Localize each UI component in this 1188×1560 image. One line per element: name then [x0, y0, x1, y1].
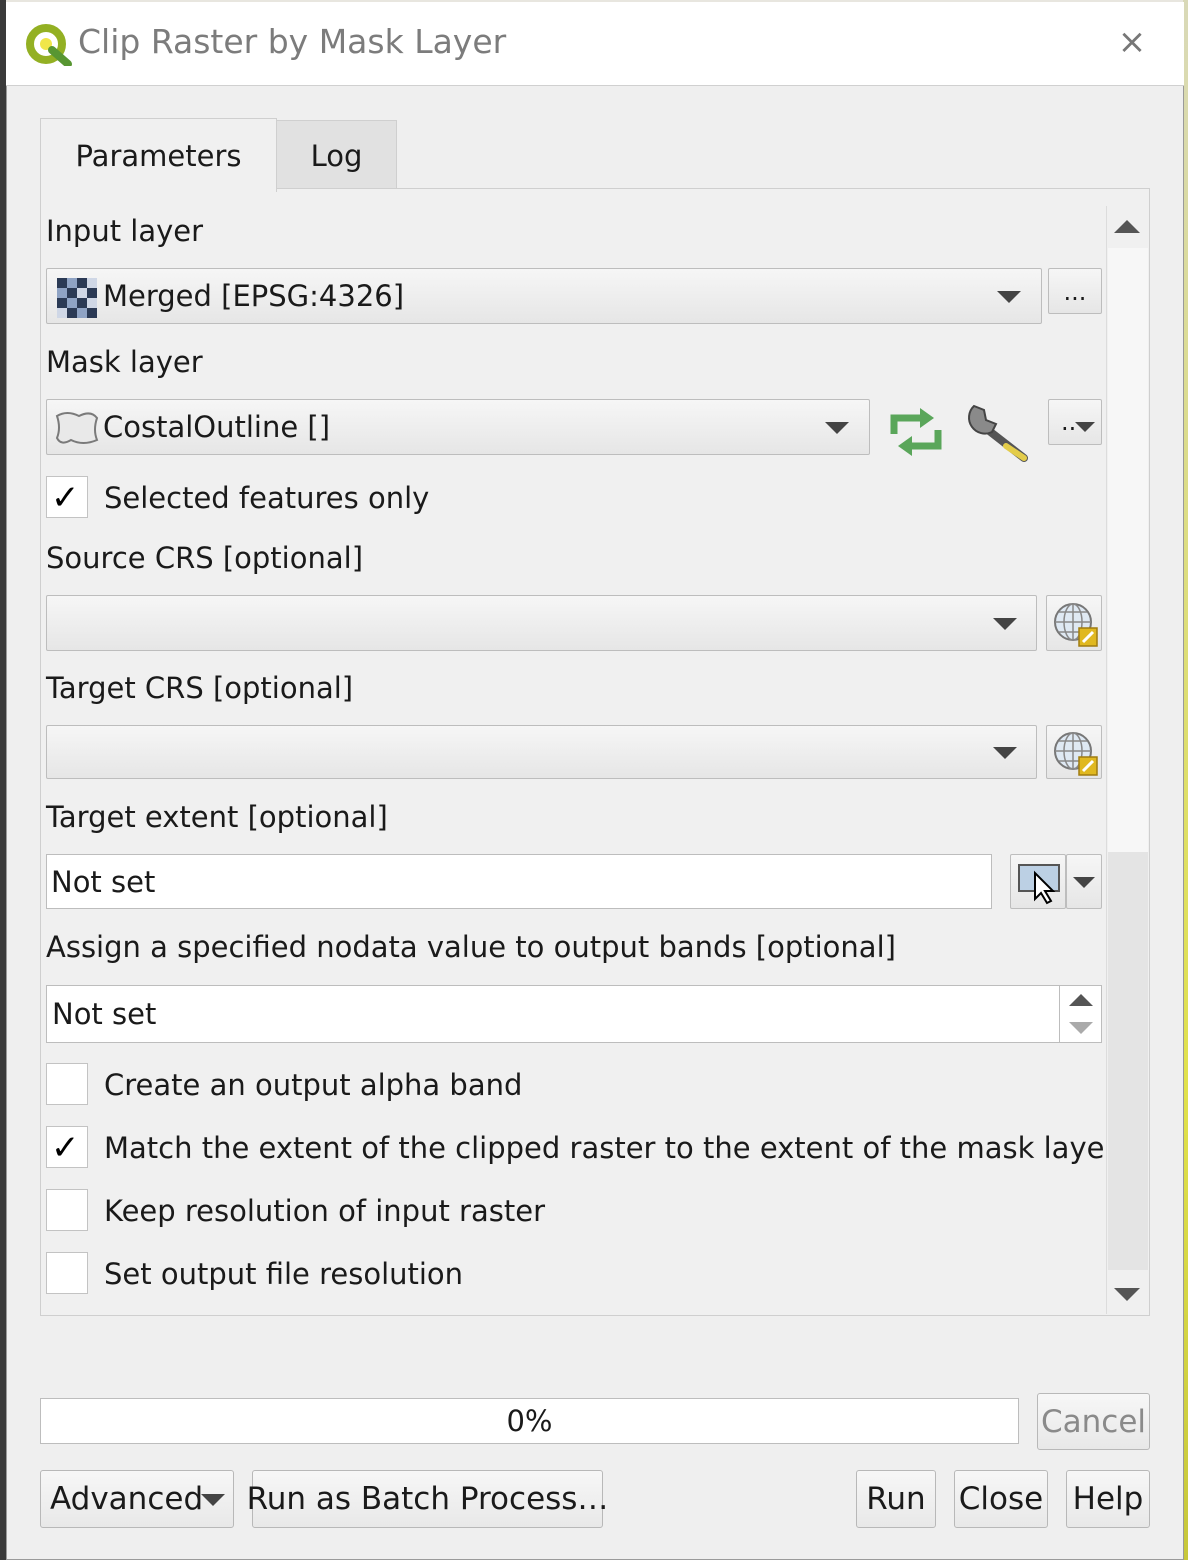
set-resolution-checkbox[interactable]	[46, 1252, 88, 1294]
chevron-down-icon	[993, 618, 1017, 630]
window-title: Clip Raster by Mask Layer	[78, 22, 507, 61]
source-crs-combo[interactable]	[46, 595, 1037, 651]
advanced-button[interactable]: Advanced	[40, 1470, 234, 1528]
run-button[interactable]: Run	[856, 1470, 936, 1528]
target-extent-field[interactable]: Not set	[46, 854, 992, 909]
scrollbar-thumb[interactable]	[1108, 248, 1148, 852]
mask-layer-value: CostalOutline []	[103, 410, 331, 444]
keep-resolution-checkbox[interactable]	[46, 1189, 88, 1231]
target-extent-label: Target extent [optional]	[46, 800, 388, 834]
mask-layer-browse-label: ..	[1061, 408, 1077, 436]
set-resolution-label: Set output file resolution	[104, 1257, 464, 1291]
source-crs-select-button[interactable]	[1046, 595, 1102, 651]
scroll-down-icon[interactable]	[1114, 1288, 1140, 1301]
target-crs-label: Target CRS [optional]	[46, 671, 354, 705]
help-button[interactable]: Help	[1066, 1470, 1150, 1528]
close-window-icon[interactable]: ×	[1112, 22, 1152, 62]
mask-layer-browse-button[interactable]: ..	[1048, 399, 1102, 445]
extent-options-dropdown[interactable]	[1066, 854, 1102, 909]
input-layer-value: Merged [EPSG:4326]	[103, 279, 405, 313]
match-extent-checkbox[interactable]: ✓	[46, 1126, 88, 1168]
keep-resolution-label: Keep resolution of input raster	[104, 1194, 545, 1228]
run-batch-button[interactable]: Run as Batch Process…	[247, 1470, 608, 1528]
chevron-down-icon	[201, 1494, 225, 1506]
checkmark-icon: ✓	[51, 478, 80, 518]
source-crs-label: Source CRS [optional]	[46, 541, 364, 575]
mask-layer-label: Mask layer	[46, 345, 203, 379]
nodata-value: Not set	[52, 997, 157, 1031]
chevron-down-icon	[825, 422, 849, 434]
polygon-layer-icon	[55, 412, 99, 444]
input-layer-combo[interactable]: Merged [EPSG:4326]	[46, 268, 1042, 324]
wrench-icon[interactable]	[966, 400, 1038, 466]
iterate-icon[interactable]	[884, 404, 948, 460]
chevron-down-icon	[997, 291, 1021, 303]
nodata-label: Assign a specified nodata value to outpu…	[46, 930, 896, 964]
progress-bar: 0%	[40, 1398, 1019, 1444]
scroll-up-icon[interactable]	[1114, 220, 1140, 233]
nodata-spinner[interactable]	[1059, 985, 1102, 1043]
crs-select-icon	[1054, 732, 1098, 776]
spin-down-icon[interactable]	[1069, 1022, 1093, 1034]
alpha-band-label: Create an output alpha band	[104, 1068, 523, 1102]
target-crs-combo[interactable]	[46, 725, 1037, 779]
tab-parameters[interactable]: Parameters	[40, 118, 277, 192]
close-button[interactable]: Close	[954, 1470, 1048, 1528]
advanced-label: Advanced	[50, 1481, 204, 1517]
alpha-band-checkbox[interactable]	[46, 1063, 88, 1105]
chevron-down-icon	[1075, 422, 1095, 432]
cancel-button[interactable]: Cancel	[1037, 1393, 1150, 1450]
extent-from-canvas-button[interactable]	[1010, 854, 1066, 909]
chevron-down-icon	[1073, 877, 1095, 888]
raster-layer-icon	[57, 278, 97, 318]
checkmark-icon: ✓	[51, 1128, 80, 1168]
target-extent-value: Not set	[51, 864, 156, 899]
tab-log[interactable]: Log	[276, 120, 397, 190]
crs-select-icon	[1054, 603, 1098, 647]
input-layer-browse-button[interactable]: ...	[1048, 268, 1102, 314]
scrollbar-track-lower[interactable]	[1108, 852, 1148, 1270]
selected-features-checkbox[interactable]: ✓	[46, 476, 88, 518]
mask-layer-combo[interactable]: CostalOutline []	[46, 399, 870, 455]
selected-features-label: Selected features only	[104, 481, 430, 515]
qgis-logo-icon	[26, 24, 72, 66]
nodata-field[interactable]: Not set	[46, 985, 1060, 1043]
target-crs-select-button[interactable]	[1046, 725, 1102, 779]
chevron-down-icon	[993, 747, 1017, 759]
match-extent-label: Match the extent of the clipped raster t…	[104, 1131, 1117, 1165]
input-layer-label: Input layer	[46, 214, 204, 248]
spin-up-icon[interactable]	[1069, 994, 1093, 1006]
map-canvas-extent-icon	[1018, 864, 1060, 905]
